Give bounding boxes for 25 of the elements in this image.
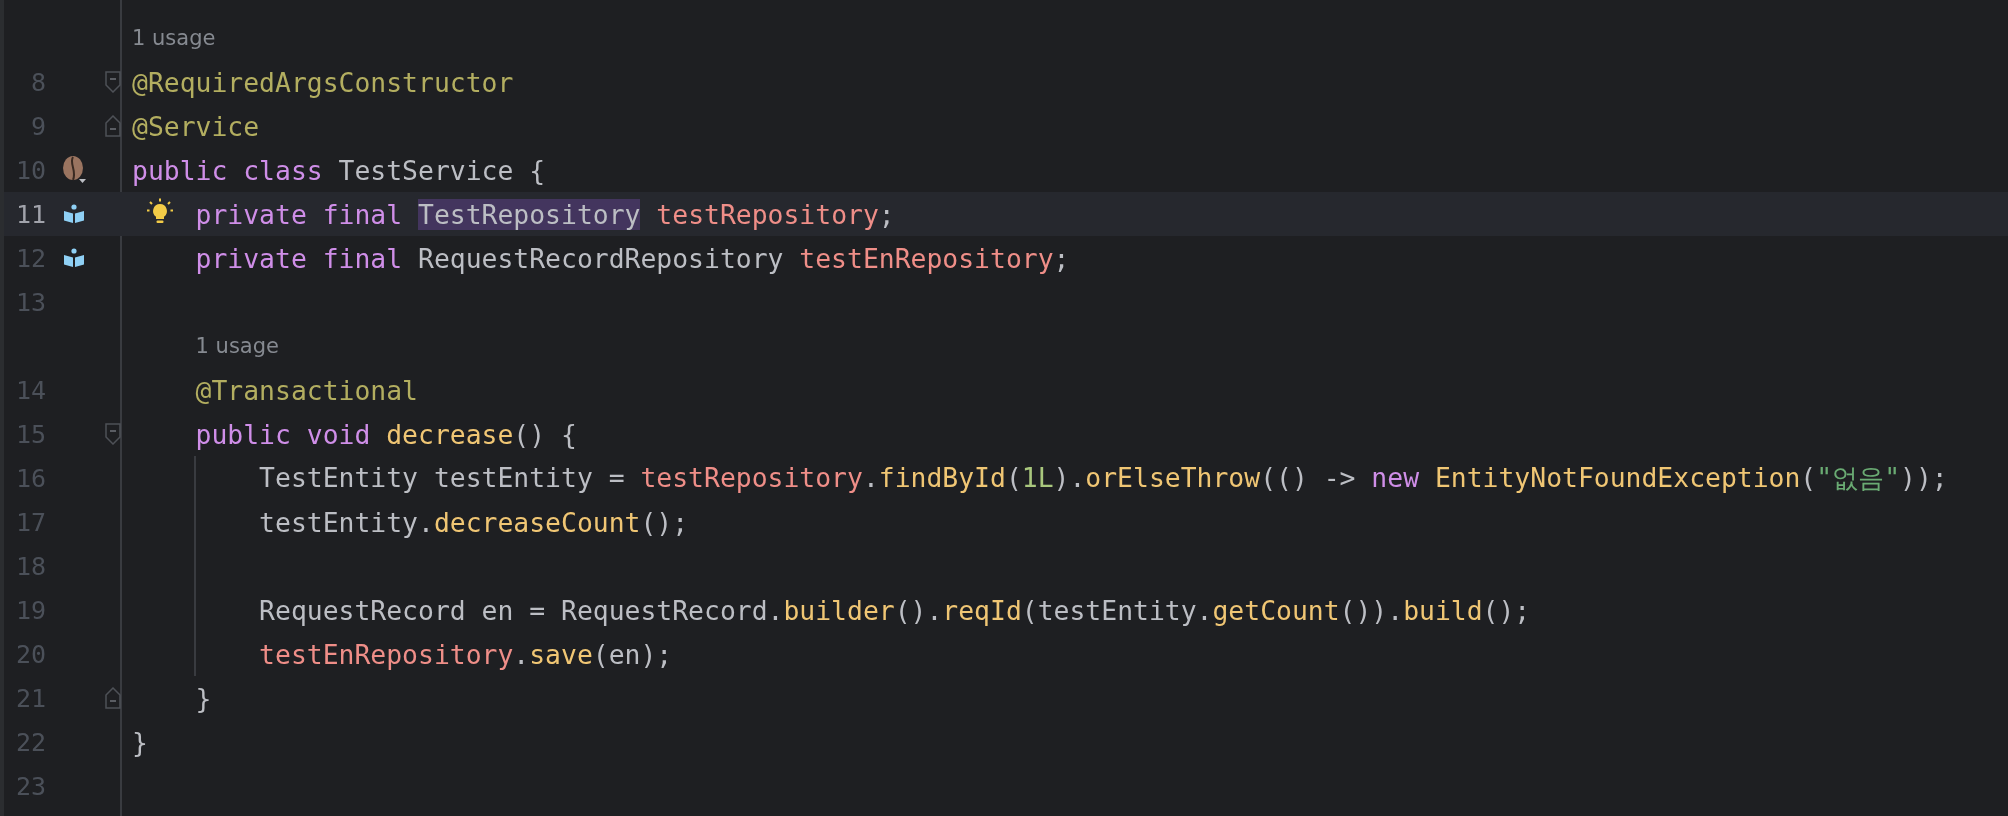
code-line: public class TestService { [132,154,546,186]
code-line: private final TestRepository testRepository; [195,198,895,230]
code-line: } [132,726,148,758]
book-icon[interactable] [63,248,85,268]
code-line: @RequiredArgsConstructor [132,66,514,98]
usage-hint[interactable]: 1 usage [195,334,279,358]
code-line: private final RequestRecordRepository testEnRepository; [195,242,1070,274]
usage-hint[interactable]: 1 usage [132,26,216,50]
bean-icon[interactable] [61,155,87,185]
code-line: RequestRecord en = RequestRecord.builder().reqId(testEntity.getCount()).build(); [259,594,1531,626]
code-line: @Transactional [195,374,418,406]
code-line: } [195,682,212,714]
code-line: @Service [132,110,260,142]
fold-icon[interactable] [105,423,121,445]
fold-icon[interactable] [105,115,121,137]
lightbulb-icon[interactable] [146,198,174,226]
code-line: TestEntity testEntity = testRepository.findById(1L).orElseThrow(() -> new EntityNotFoundException("없음")); [259,460,1948,495]
fold-icon[interactable] [105,71,121,93]
fold-icon[interactable] [105,687,121,709]
book-icon[interactable] [63,204,85,224]
code-line: public void decrease() { [195,418,577,450]
code-editor[interactable] [0,0,2008,816]
code-line: testEnRepository.save(en); [259,638,673,670]
line-number: 11 [15,199,46,229]
code-line: testEntity.decreaseCount(); [259,506,689,538]
